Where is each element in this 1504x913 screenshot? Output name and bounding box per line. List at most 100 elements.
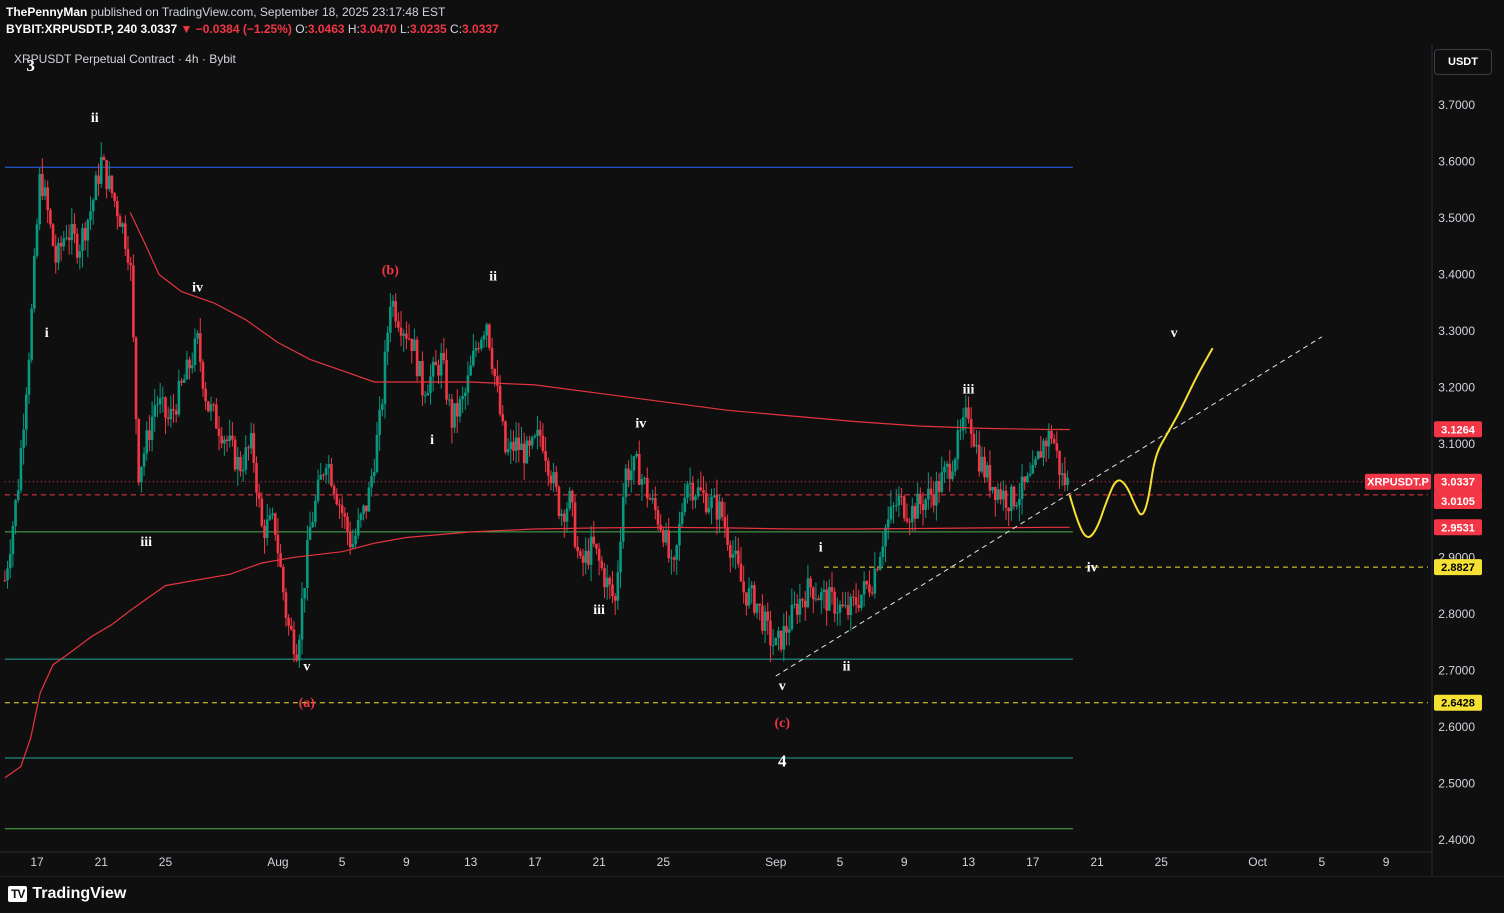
price-axis-label: 2.8827 [1434,559,1482,576]
candle-body [54,245,58,263]
price-axis-label-text: 2.9531 [1441,522,1475,534]
candle-body [1012,486,1016,507]
candle-body [421,361,424,396]
x-tick-label: 9 [901,855,908,869]
candle-body [699,487,703,491]
footer-bar [0,876,1504,913]
candle-body [453,403,456,428]
candle-body [335,493,339,505]
candle-body [391,300,395,307]
candle-body [662,530,665,543]
x-tick-label: 17 [1026,855,1040,869]
candle-body [348,531,352,548]
candle-body [343,513,347,517]
candle-body [207,401,210,412]
x-tick-label: 5 [837,855,844,869]
candle-body [873,568,877,594]
candle-body [105,160,108,190]
price-axis-label-text: 2.6428 [1441,698,1475,710]
candle-body [929,488,933,495]
candle-body [27,359,31,395]
candle-body [1055,443,1059,451]
candle-body [153,405,157,417]
candle-body [967,407,970,420]
candle-body [536,429,539,436]
candle-body [761,605,764,631]
candle-body [228,435,232,442]
candle-body [19,448,23,491]
candle-body [913,506,917,519]
candle-body [868,584,871,593]
candle-body [247,447,250,449]
symbol-label[interactable]: BYBIT:XRPUSDT.P, 240 [6,22,137,36]
candle-body [790,604,794,630]
price-axis-label-text: 2.8827 [1441,562,1475,574]
candle-body [268,515,272,520]
x-tick-label: 21 [1090,855,1104,869]
candle-body [870,592,874,594]
candle-body [41,173,44,197]
candle-body [667,530,671,558]
candle-body [940,472,944,492]
candle-body [65,237,68,239]
candle-body [683,497,687,513]
author-name[interactable]: ThePennyMan [6,5,87,19]
candle-body [629,470,633,481]
wave-label: (a) [299,696,316,711]
candle-body [410,338,414,351]
candle-body [458,399,462,417]
candle-body [844,605,847,607]
x-tick-label: 5 [339,855,346,869]
candle-body [1063,473,1067,485]
candle-body [188,359,191,369]
x-tick-label: 9 [1383,855,1390,869]
close-label: C: [450,22,463,36]
candle-body [522,443,526,464]
candle-body [723,517,727,528]
candle-body [825,589,828,611]
candle-body [589,536,593,565]
wave-label: v [1171,326,1178,341]
candle-body [356,519,360,536]
candle-body [8,554,12,569]
brand-name: TradingView [32,885,127,902]
candle-body [501,414,505,422]
wave-label: iii [963,382,975,397]
series-legend[interactable]: XRPUSDT Perpetual Contract · 4h · Bybit [14,52,236,66]
tradingview-logo[interactable]: TV TradingView [8,885,126,903]
candle-body [932,494,936,506]
candle-body [327,464,331,469]
candle-body [514,437,518,451]
candle-body [236,457,240,470]
candle-body [148,430,151,440]
candle-body [793,603,796,605]
currency-button[interactable]: USDT [1434,49,1492,75]
last-price: 3.0337 [140,22,178,36]
candle-body [1031,464,1035,474]
candle-body [809,578,812,588]
candle-body [991,486,994,491]
candle-body [742,581,745,593]
candle-body [284,592,288,618]
candle-body [399,327,403,336]
candle-body [643,477,646,479]
low-label: L: [399,22,410,36]
candle-body [504,421,507,453]
candle-body [1010,486,1013,512]
candle-body [498,385,502,415]
candle-body [276,534,280,554]
candle-body [223,439,226,444]
candle-body [182,379,186,383]
candle-body [753,585,756,613]
candle-body [89,211,92,220]
candle-body [624,468,628,497]
price-axis-label: 2.6428 [1434,694,1482,711]
candle-body [953,459,957,472]
price-chart[interactable]: 3.7000 3.6000 3.5000 3.4000 3.3000 3.2000 3.10… [0,0,1504,912]
candle-body [846,605,850,616]
candle-body [646,477,649,499]
candle-body [552,472,555,484]
candle-body [927,488,930,500]
candle-body [985,465,989,478]
candle-body [116,201,119,217]
